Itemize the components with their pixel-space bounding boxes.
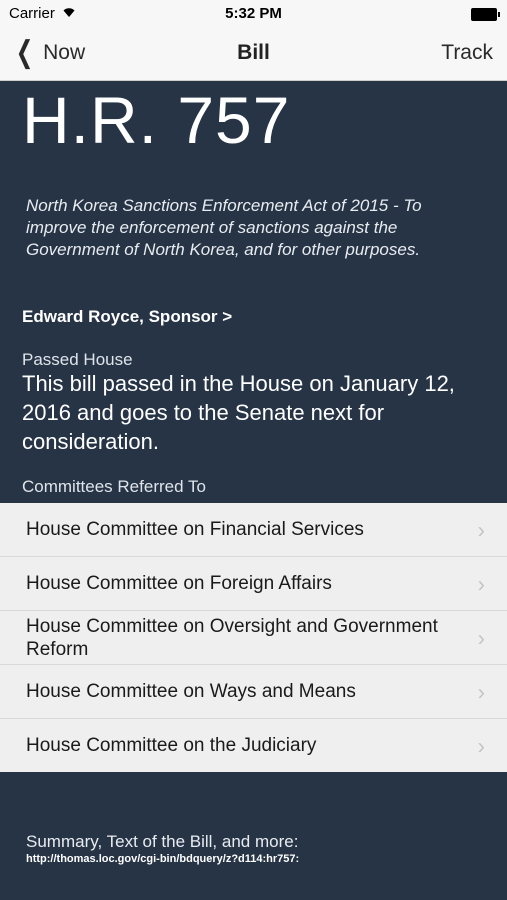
committee-row[interactable]: House Committee on Financial Services › [0,503,507,557]
status-bar: Carrier 5:32 PM [0,0,507,28]
status-label: Passed House [22,350,133,369]
status-text: This bill passed in the House on January… [22,371,455,454]
page-title: Bill [237,41,270,64]
summary-label: Summary, Text of the Bill, and more: [26,832,299,851]
track-button[interactable]: Track [441,41,493,65]
bill-number: H.R. 757 [22,83,291,157]
committee-name: House Committee on Foreign Affairs [26,573,332,594]
navigation-bar: ❮ Now Bill Track [0,28,507,81]
committee-name: House Committee on Ways and Means [26,681,356,702]
chevron-right-icon: › [477,571,485,596]
committee-row[interactable]: House Committee on Oversight and Governm… [0,611,507,665]
committee-name: House Committee on Financial Services [26,519,364,540]
chevron-right-icon: › [477,679,485,704]
summary-url-link[interactable]: http://thomas.loc.gov/cgi-bin/bdquery/z?… [26,853,299,865]
clock: 5:32 PM [225,5,282,22]
chevron-right-icon: › [477,625,485,650]
sponsor-link[interactable]: Edward Royce, Sponsor > [22,307,232,327]
committee-row[interactable]: House Committee on Ways and Means › [0,665,507,719]
bill-description: North Korea Sanctions Enforcement Act of… [26,196,422,259]
chevron-right-icon: › [477,517,485,542]
committee-name: House Committee on Oversight and Governm… [26,615,438,660]
committee-row[interactable]: House Committee on the Judiciary › [0,719,507,772]
committee-row[interactable]: House Committee on Foreign Affairs › [0,557,507,611]
battery-icon [471,8,500,21]
committee-list: House Committee on Financial Services › … [0,503,507,772]
committees-heading: Committees Referred To [22,477,206,496]
committee-name: House Committee on the Judiciary [26,735,317,756]
chevron-right-icon: › [477,733,485,758]
